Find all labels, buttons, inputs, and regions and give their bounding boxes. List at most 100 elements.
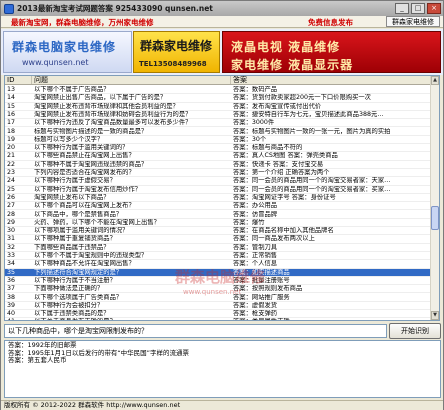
banner-appliance-repair[interactable]: 群森家电维修 TEL13508489968 bbox=[133, 31, 220, 73]
cell-answer: 答案：类目属性正确 bbox=[231, 318, 432, 320]
cell-question: 火药、弹药，以下哪个不能在淘宝网上出售？ bbox=[34, 218, 160, 226]
column-header-question[interactable]: 问题 bbox=[32, 76, 231, 84]
cell-id: 23 bbox=[7, 169, 16, 176]
banner-line: 液晶电视 液晶维修 bbox=[231, 40, 341, 54]
watermark-text: 群森电脑维修 bbox=[175, 268, 266, 286]
banner-lcd-repair[interactable]: 液晶电视 液晶维修 家电维修 液晶显示器 bbox=[222, 31, 441, 73]
banner-title: 群森电脑家电维修 bbox=[12, 40, 117, 54]
table-row[interactable]: 40 以下属于违禁类商品的是？ 答案：枪支弹药 bbox=[5, 310, 432, 319]
cell-answer: 答案：爆竹 bbox=[233, 218, 265, 226]
cell-question: 以下哪种行为属于虚假交易？ bbox=[34, 177, 116, 185]
cell-id: 28 bbox=[7, 210, 16, 218]
cell-id: 26 bbox=[7, 193, 16, 201]
banner-computer-repair[interactable]: 群森电脑家电维修 www.qunsen.net bbox=[3, 31, 132, 73]
table-row[interactable]: 28 以下商品中，哪个是禁售商品？ 答案：仿冒品牌 bbox=[5, 211, 432, 219]
cell-id: 29 bbox=[7, 218, 16, 226]
table-row[interactable]: 13 以下哪个不属于广告商品？ 答案：数码产品 bbox=[5, 86, 432, 95]
table-row[interactable]: 16 淘宝网禁止发布违背市场规律和妨碍会员利益行为的是？ 答案：捷安特自行车为七元，… bbox=[5, 110, 432, 120]
ad-banner: 群森电脑家电维修 www.qunsen.net 群森家电维修 TEL135084… bbox=[1, 29, 443, 75]
cell-answer: 答案：捷安特自行车为七元，宝贝描述此商品388元… bbox=[233, 110, 384, 118]
table-row[interactable]: 20 以下哪种行为属于滥用关键词的？ 答案：标题与商品不符的 bbox=[5, 144, 432, 153]
cell-answer: 答案：同一商品发布两次以上 bbox=[233, 235, 315, 243]
cell-answer: 答案：标题与实物图片一致的一张一元，图片为真的实拍 bbox=[233, 127, 391, 135]
table-row[interactable]: 30 以下哪项属于滥用关键词的情况？ 答案：在商品名称中加入其他品牌名 bbox=[5, 227, 432, 236]
table-row[interactable]: 14 淘宝网禁止出售广告商品，以下属于广告的是？ 答案：货到付款卖家超200元一下口… bbox=[5, 94, 432, 103]
column-header-id[interactable]: ID bbox=[5, 76, 32, 84]
cell-answer: 答案：3000件 bbox=[233, 119, 275, 127]
cell-answer: 答案：网站推广服务 bbox=[233, 293, 290, 301]
maximize-button[interactable]: □ bbox=[411, 3, 425, 14]
cell-question: 以下哪个不属于淘宝规则中的违规类型？ bbox=[34, 252, 148, 259]
cell-id: 34 bbox=[7, 260, 16, 268]
cell-id: 33 bbox=[7, 252, 16, 259]
cell-question: 以下哪种行为违反了淘宝商品数量最多可以发布多少件？ bbox=[34, 119, 192, 127]
cell-id: 13 bbox=[7, 86, 16, 93]
cell-answer: 答案：数码产品 bbox=[233, 86, 278, 93]
table-row[interactable]: 26 淘宝网禁止发布以下商品？ 答案：淘宝网证字号 答案：身份证号 bbox=[5, 193, 432, 203]
table-row[interactable]: 15 淘宝网禁止发布违背市场规律和其他会员利益的是？ 答案：发布淘宝宣传或付出代价 bbox=[5, 103, 432, 111]
cell-answer: 答案：货到付款卖家超200元一下口价限购买一次 bbox=[233, 94, 371, 102]
table-row[interactable]: 29 火药、弹药，以下哪个不能在淘宝网上出售？ 答案：爆竹 bbox=[5, 218, 432, 228]
cell-id: 15 bbox=[7, 102, 16, 110]
table-row[interactable]: 33 以下哪个不属于淘宝规则中的违规类型？ 答案：正常销售 bbox=[5, 252, 432, 261]
table-row[interactable]: 19 标题可以写多少个汉字？ 答案：30个 bbox=[5, 136, 432, 145]
cell-answer: 答案：枪支弹药 bbox=[233, 310, 278, 318]
cell-answer: 答案：在商品名称中加入其他品牌名 bbox=[233, 227, 334, 235]
watermark-url: www.qunsen.net bbox=[183, 288, 242, 296]
cell-id: 36 bbox=[7, 276, 16, 284]
cell-question: 下面哪些商品属于违禁品？ bbox=[34, 243, 110, 251]
window-controls: _ □ × bbox=[395, 3, 441, 14]
cell-id: 20 bbox=[7, 144, 16, 152]
cell-id: 17 bbox=[7, 119, 16, 127]
cell-id: 22 bbox=[7, 160, 16, 168]
scroll-up-icon[interactable]: ▲ bbox=[431, 76, 439, 85]
cell-id: 40 bbox=[7, 310, 16, 318]
cell-id: 38 bbox=[7, 293, 16, 301]
scroll-thumb[interactable] bbox=[431, 206, 439, 230]
cell-id: 31 bbox=[7, 235, 16, 243]
table-row[interactable]: 41以下关于商品发布正确的是？答案：类目属性正确 bbox=[5, 318, 432, 320]
banner-phone: TEL13508489968 bbox=[139, 60, 207, 68]
cell-id: 18 bbox=[7, 127, 16, 135]
answer-box[interactable]: 答案：1992年的旧邮票 答案：1995年1月1日以后发行的带有“中华民国”字样… bbox=[4, 340, 441, 398]
cell-question: 以下哪种行为属于滥用关键词的？ bbox=[34, 144, 129, 152]
table-row[interactable]: 18 标题与实物图片描述的是一致的商品是？ 答案：标题与实物图片一致的一张一元，图片… bbox=[5, 128, 432, 136]
table-row[interactable]: 39 以下哪种行为会被扣分？ 答案：虚假发货 bbox=[5, 301, 432, 311]
cell-answer: 答案：淘宝网证字号 答案：身份证号 bbox=[233, 193, 336, 201]
minimize-button[interactable]: _ bbox=[395, 3, 409, 14]
table-row[interactable]: 21 以下哪些商品禁止在淘宝网上出售？ 答案：真人CS地图 答案：弹壳类商品 bbox=[5, 152, 432, 161]
cell-id: 30 bbox=[7, 227, 16, 235]
cell-id: 25 bbox=[7, 185, 16, 193]
cell-question: 标题与实物图片描述的是一致的商品是？ bbox=[34, 127, 148, 135]
cell-answer: 答案：管制刀具 bbox=[233, 243, 278, 251]
table-row[interactable]: 22 以下哪种不属于淘宝网违规违禁的商品？ 答案：快递卡 答案：支付宝交易 bbox=[5, 161, 432, 169]
recognize-button[interactable]: 开始识别 bbox=[389, 323, 441, 339]
column-header-answer[interactable]: 答案 bbox=[231, 76, 432, 84]
table-row[interactable]: 17 以下哪种行为违反了淘宝商品数量最多可以发布多少件？ 答案：3000件 bbox=[5, 119, 432, 128]
title-bar[interactable]: 2013最新淘宝考试网题答案 925433090 qunsen.net _ □ … bbox=[1, 1, 443, 16]
cell-question: 以下关于商品发布正确的是？ bbox=[32, 318, 231, 320]
table-row[interactable]: 31 以下哪种属于重复铺货商品？ 答案：同一商品发布两次以上 bbox=[5, 235, 432, 244]
grid-header: ID 问题 答案 bbox=[5, 76, 432, 85]
cell-answer: 答案：正常销售 bbox=[233, 252, 278, 259]
question-grid[interactable]: ID 问题 答案 13 以下哪个不属于广告商品？ 答案：数码产品 14 淘宝网禁止出售广… bbox=[4, 75, 440, 321]
close-button[interactable]: × bbox=[427, 3, 441, 14]
cell-id: 41 bbox=[5, 318, 32, 320]
cell-question: 淘宝网禁止发布违背市场规律和妨碍会员利益行为的是？ bbox=[34, 110, 192, 118]
question-input[interactable]: 以下几种商品中，哪个是淘宝网限制发布的？ bbox=[4, 324, 387, 338]
cell-answer: 答案：办公用品 bbox=[233, 202, 278, 210]
table-row[interactable]: 32 下面哪些商品属于违禁品？ 答案：管制刀具 bbox=[5, 244, 432, 252]
table-row[interactable]: 23 下列内容是否适合在淘宝网发布的？ 答案：第一个介绍 正确答案为两个 bbox=[5, 169, 432, 178]
repair-button[interactable]: 群森家电维修 bbox=[386, 16, 440, 27]
cell-answer: 答案：第一个介绍 正确答案为两个 bbox=[233, 169, 330, 176]
table-row[interactable]: 27 以下哪个商品可以在淘宝网上发布？ 答案：办公用品 bbox=[5, 202, 432, 211]
scroll-down-icon[interactable]: ▼ bbox=[431, 311, 439, 320]
cell-question: 下列内容是否适合在淘宝网发布的？ bbox=[34, 169, 135, 176]
table-row[interactable]: 24 以下哪种行为属于虚假交易？ 答案：同一会员的商品用同一个的淘宝交易者家：天家… bbox=[5, 177, 432, 186]
free-info-link[interactable]: 免费信息发布 bbox=[308, 17, 353, 28]
cell-answer: 答案：发布淘宝宣传或付出代价 bbox=[233, 102, 322, 110]
vertical-scrollbar[interactable]: ▲ ▼ bbox=[430, 76, 439, 320]
table-row[interactable]: 25 以下哪种行为属于淘宝发布信用炒作？ 答案：同一会员的商品用同一个的淘宝交易者家… bbox=[5, 186, 432, 194]
cell-id: 39 bbox=[7, 301, 16, 309]
promo-link[interactable]: 最新淘宝网，群森电脑维修，万州家电维修 bbox=[11, 17, 154, 28]
